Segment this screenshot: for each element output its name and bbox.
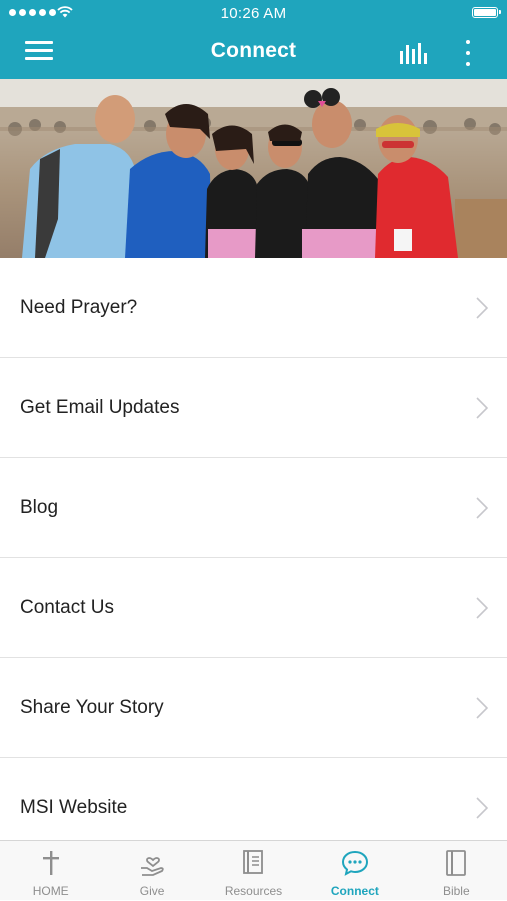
tab-label: Resources (224, 884, 283, 898)
battery-icon (472, 7, 501, 18)
tab-label: Connect (330, 884, 379, 898)
tab-label: Bible (442, 884, 470, 898)
chevron-right-icon (476, 297, 488, 319)
menu-item-label: MSI Website (20, 797, 128, 818)
menu-item-contact-us[interactable]: Contact Us (0, 558, 507, 658)
menu-item-share-story[interactable]: Share Your Story (0, 658, 507, 758)
status-bar: 10:26 AM (0, 0, 507, 26)
tab-home[interactable]: HOME (0, 841, 101, 901)
menu-item-need-prayer[interactable]: Need Prayer? (0, 258, 507, 358)
tab-bar: HOME Give Resources Connect Bible (0, 840, 507, 900)
chevron-right-icon (476, 797, 488, 819)
tab-bible[interactable]: Bible (406, 841, 507, 901)
tab-resources[interactable]: Resources (203, 841, 304, 901)
tab-give[interactable]: Give (101, 841, 202, 901)
menu-item-email-updates[interactable]: Get Email Updates (0, 358, 507, 458)
menu-item-label: Need Prayer? (20, 297, 138, 318)
chevron-right-icon (476, 497, 488, 519)
chevron-right-icon (476, 597, 488, 619)
connect-menu-list: Need Prayer? Get Email Updates Blog Cont… (0, 258, 507, 858)
chevron-right-icon (476, 697, 488, 719)
tab-label: HOME (32, 884, 69, 898)
menu-item-label: Contact Us (20, 597, 114, 618)
nav-bar: Connect (0, 26, 507, 79)
hero-photo (0, 79, 507, 258)
menu-item-label: Share Your Story (20, 697, 164, 718)
menu-item-blog[interactable]: Blog (0, 458, 507, 558)
bible-icon (446, 850, 467, 876)
chevron-right-icon (476, 397, 488, 419)
chat-bubble-icon (341, 850, 368, 876)
status-time: 10:26 AM (220, 5, 287, 22)
audio-bars-icon[interactable] (398, 40, 430, 64)
more-options-icon[interactable] (460, 38, 476, 68)
tab-connect[interactable]: Connect (304, 841, 405, 901)
book-icon (243, 850, 264, 874)
menu-item-label: Get Email Updates (20, 397, 180, 418)
page-title: Connect (210, 39, 297, 62)
menu-item-label: Blog (20, 497, 59, 518)
tab-label: Give (139, 884, 165, 898)
heart-hand-icon (141, 857, 164, 876)
cross-icon (42, 851, 59, 875)
